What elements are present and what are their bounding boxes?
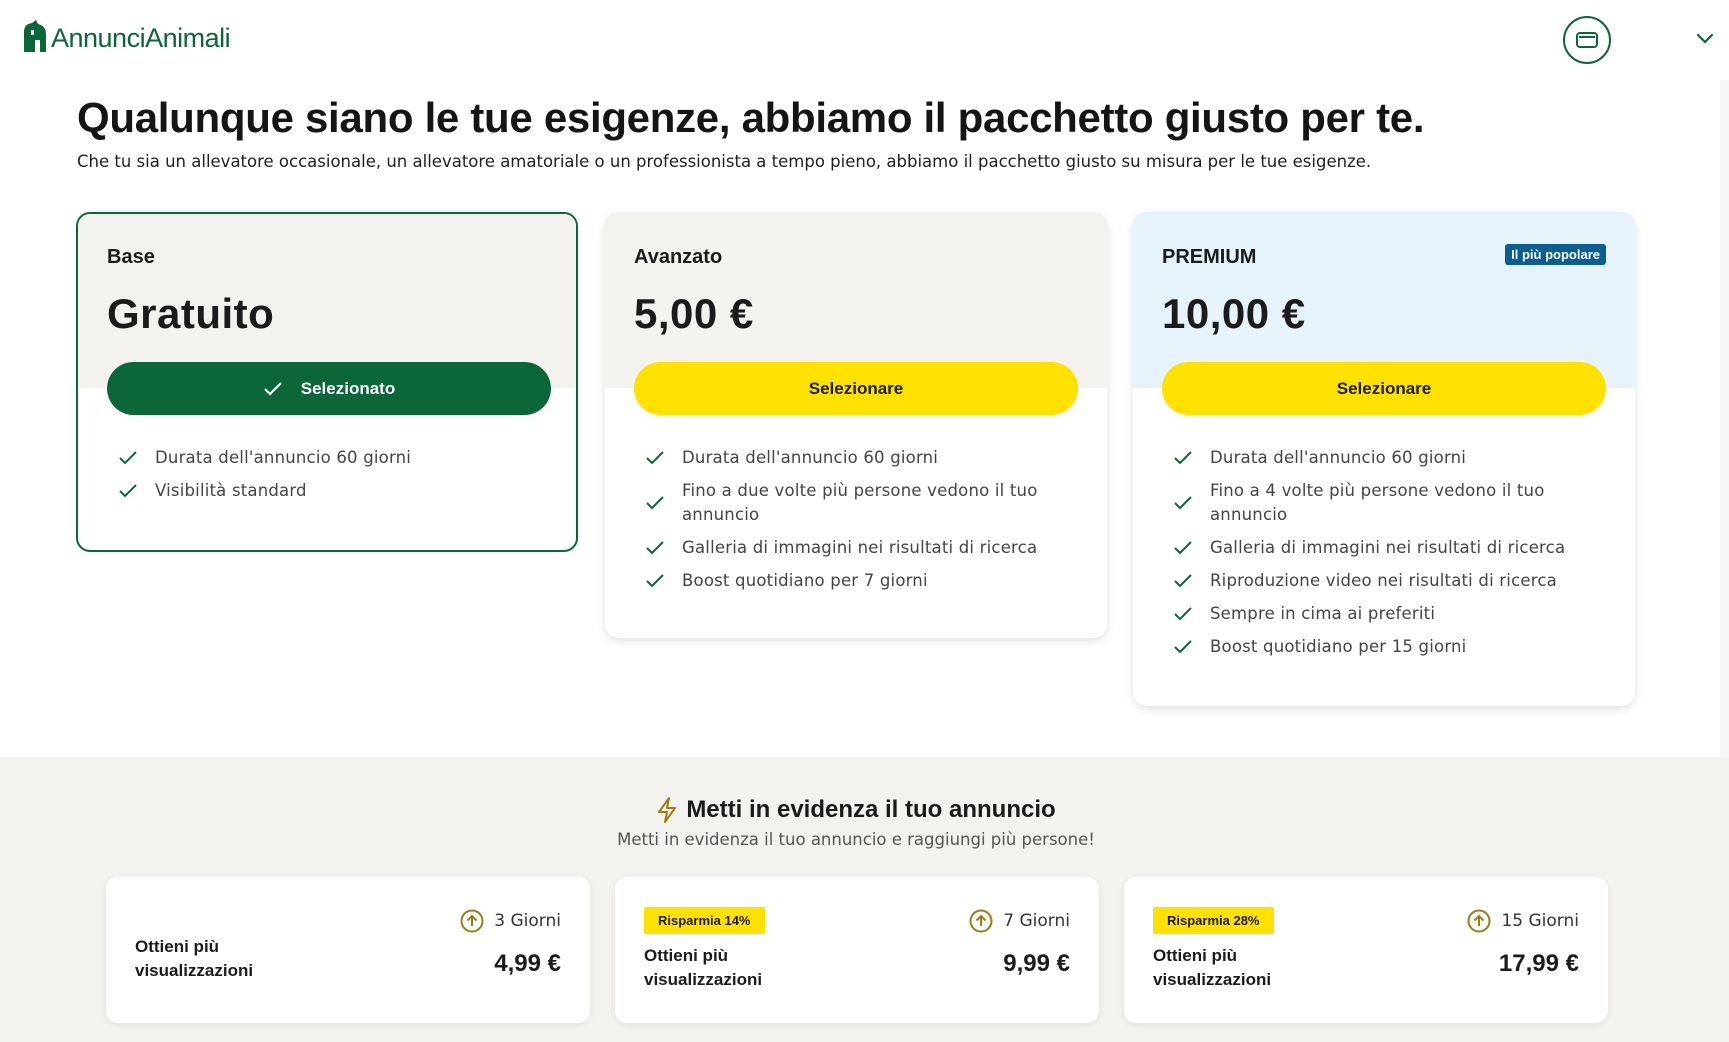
feature-text: Boost quotidiano per 7 giorni: [682, 571, 928, 590]
arrow-up-circle-icon: [969, 909, 993, 933]
feature-item: Riproduzione video nei risultati di rice…: [1173, 569, 1606, 593]
check-icon: [645, 537, 667, 559]
feature-text: Boost quotidiano per 15 giorni: [1210, 637, 1467, 656]
chevron-down-icon: [1696, 33, 1714, 44]
feature-text: Durata dell'annuncio 60 giorni: [155, 448, 412, 467]
logo[interactable]: AnnunciAnimali: [22, 20, 231, 53]
feature-item: Durata dell'annuncio 60 giorni: [1173, 446, 1606, 470]
arrow-up-circle-icon: [1467, 909, 1491, 933]
plan-card-base[interactable]: Base Gratuito Selezionato Durata dell'an…: [76, 212, 578, 552]
boost-days: 7 Giorni: [1003, 911, 1070, 931]
savings-badge: Risparmia 28%: [1153, 907, 1274, 934]
plan-card-avanzato[interactable]: Avanzato 5,00 € Selezionare Durata dell'…: [605, 212, 1107, 638]
feature-text: Fino a due volte più persone vedono il t…: [682, 481, 1038, 524]
check-icon: [118, 480, 140, 502]
feature-text: Fino a 4 volte più persone vedono il tuo…: [1210, 481, 1545, 524]
page-title: Qualunque siano le tue esigenze, abbiamo…: [77, 94, 1425, 141]
boost-title: Metti in evidenza il tuo annuncio: [686, 796, 1056, 823]
feature-item: Boost quotidiano per 15 giorni: [1173, 635, 1606, 659]
feature-item: Fino a due volte più persone vedono il t…: [645, 479, 1078, 527]
arrow-up-circle-icon: [460, 909, 484, 933]
messages-button[interactable]: [1563, 16, 1611, 64]
lightning-icon: [658, 797, 677, 823]
feature-text: Durata dell'annuncio 60 giorni: [1210, 448, 1467, 467]
page-subtitle: Che tu sia un allevatore occasionale, un…: [77, 152, 1372, 171]
logo-text: AnnunciAnimali: [51, 23, 231, 53]
check-icon: [1173, 537, 1195, 559]
boost-option-label: Ottieni più visualizzazioni: [644, 946, 763, 989]
boost-price: 9,99 €: [1003, 950, 1070, 977]
select-button[interactable]: Selezionare: [634, 362, 1078, 415]
envelope-icon: [1576, 32, 1598, 48]
boost-price: 17,99 €: [1498, 950, 1579, 977]
boost-subtitle: Metti in evidenza il tuo annuncio e ragg…: [617, 830, 1095, 849]
feature-text: Riproduzione video nei risultati di rice…: [1210, 571, 1557, 590]
boost-duration: 7 Giorni: [969, 909, 1070, 933]
boost-duration: 3 Giorni: [460, 909, 561, 933]
check-icon: [1173, 636, 1195, 658]
check-icon: [1173, 603, 1195, 625]
plan-card-premium[interactable]: PREMIUM Il più popolare 10,00 € Selezion…: [1133, 212, 1635, 706]
check-icon: [1173, 492, 1195, 514]
page-scrollbar[interactable]: [1720, 80, 1729, 760]
boost-option-7-days[interactable]: Risparmia 14% Ottieni più visualizzazion…: [615, 877, 1099, 1023]
plan-name: Avanzato: [634, 246, 723, 268]
boost-option-label: Ottieni più visualizzazioni: [135, 937, 254, 980]
feature-text: Galleria di immagini nei risultati di ri…: [682, 538, 1038, 557]
boost-option-label: Ottieni più visualizzazioni: [1153, 946, 1272, 989]
check-icon: [645, 570, 667, 592]
check-icon: [118, 447, 140, 469]
feature-item: Boost quotidiano per 7 giorni: [645, 569, 1078, 593]
savings-badge: Risparmia 14%: [644, 907, 765, 934]
plan-name: PREMIUM: [1162, 246, 1257, 268]
plan-price: Gratuito: [107, 290, 275, 337]
feature-list: Durata dell'annuncio 60 giorni Fino a du…: [605, 388, 1107, 593]
feature-item: Durata dell'annuncio 60 giorni: [645, 446, 1078, 470]
plan-name: Base: [107, 246, 155, 268]
feature-item: Durata dell'annuncio 60 giorni: [118, 446, 547, 470]
feature-text: Sempre in cima ai preferiti: [1210, 604, 1436, 623]
boost-heading: Metti in evidenza il tuo annuncio: [0, 796, 1712, 824]
select-button[interactable]: Selezionare: [1162, 362, 1606, 415]
feature-text: Visibilità standard: [155, 481, 307, 500]
boost-option-15-days[interactable]: Risparmia 28% Ottieni più visualizzazion…: [1124, 877, 1608, 1023]
check-icon: [645, 492, 667, 514]
boost-price: 4,99 €: [494, 950, 561, 977]
animal-logo-icon: [24, 20, 46, 52]
boost-duration: 15 Giorni: [1467, 909, 1579, 933]
check-icon: [645, 447, 667, 469]
plan-price: 5,00 €: [634, 290, 754, 337]
boost-days: 3 Giorni: [494, 911, 561, 931]
check-icon: [263, 381, 282, 396]
plan-price: 10,00 €: [1162, 290, 1306, 337]
feature-item: Fino a 4 volte più persone vedono il tuo…: [1173, 479, 1606, 527]
account-dropdown-button[interactable]: [1692, 28, 1718, 50]
feature-item: Sempre in cima ai preferiti: [1173, 602, 1606, 626]
popular-badge: Il più popolare: [1505, 244, 1606, 265]
boost-days: 15 Giorni: [1501, 911, 1579, 931]
check-icon: [1173, 447, 1195, 469]
feature-text: Galleria di immagini nei risultati di ri…: [1210, 538, 1566, 557]
feature-list: Durata dell'annuncio 60 giorni Fino a 4 …: [1133, 388, 1635, 659]
feature-item: Galleria di immagini nei risultati di ri…: [1173, 536, 1606, 560]
site-header: AnnunciAnimali: [0, 0, 1729, 84]
feature-item: Visibilità standard: [118, 479, 547, 503]
feature-item: Galleria di immagini nei risultati di ri…: [645, 536, 1078, 560]
selected-button[interactable]: Selezionato: [107, 362, 551, 415]
button-label: Selezionare: [808, 378, 904, 398]
boost-option-3-days[interactable]: Ottieni più visualizzazioni 3 Giorni 4,9…: [106, 877, 590, 1023]
feature-text: Durata dell'annuncio 60 giorni: [682, 448, 939, 467]
button-label: Selezionato: [300, 378, 396, 398]
check-icon: [1173, 570, 1195, 592]
button-label: Selezionare: [1336, 378, 1432, 398]
